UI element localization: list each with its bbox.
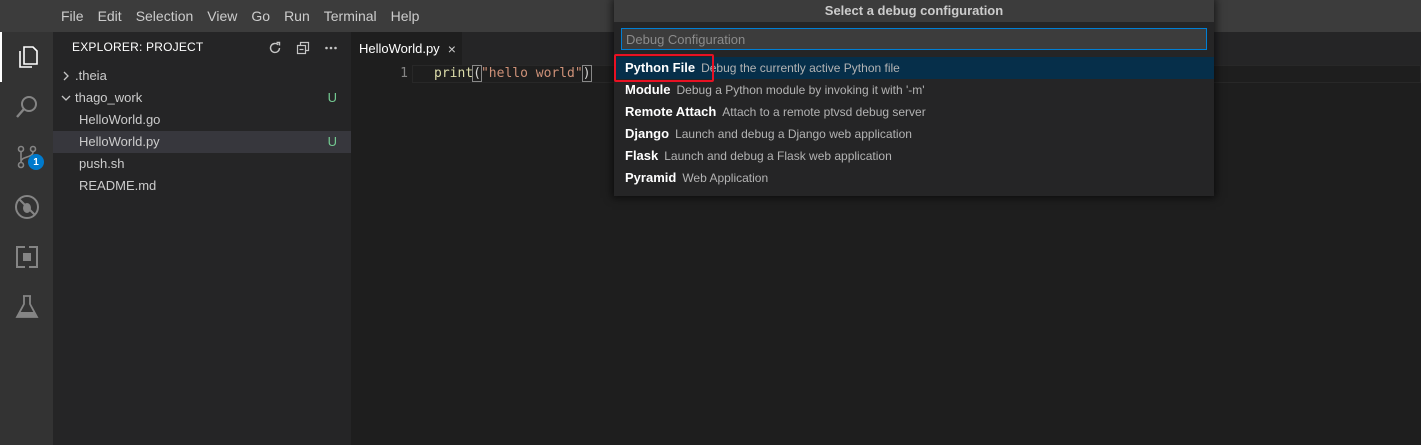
search-icon: [15, 96, 37, 118]
tree-label: thago_work: [75, 90, 143, 105]
activity-test[interactable]: [0, 282, 53, 332]
item-description: Debug a Python module by invoking it wit…: [676, 83, 925, 97]
activity-debug[interactable]: [0, 182, 53, 232]
item-label: Django: [625, 126, 670, 141]
code-function: print: [434, 66, 474, 81]
item-description: Debug the currently active Python file: [701, 61, 900, 75]
menu-view[interactable]: View: [200, 0, 244, 32]
tree-label: README.md: [79, 178, 157, 193]
tree-label: HelloWorld.go: [79, 112, 161, 127]
tree-label: .theia: [75, 68, 107, 83]
quick-pick-item-module[interactable]: Module Debug a Python module by invoking …: [614, 79, 1214, 101]
explorer-title: EXPLORER: PROJECT: [72, 40, 204, 54]
menu-help[interactable]: Help: [384, 0, 427, 32]
debug-icon: [14, 195, 39, 219]
activity-source-control[interactable]: 1: [0, 132, 53, 182]
explorer-sidebar: EXPLORER: PROJECT .theia thago_work U He…: [53, 32, 351, 445]
item-description: Attach to a remote ptvsd debug server: [722, 105, 926, 119]
quick-pick-item-flask[interactable]: Flask Launch and debug a Flask web applic…: [614, 145, 1214, 167]
extensions-icon: [15, 245, 38, 269]
collapse-all-icon[interactable]: [295, 40, 311, 56]
tab-label: HelloWorld.py: [359, 41, 440, 56]
refresh-icon[interactable]: [267, 40, 283, 56]
tree-label: HelloWorld.py: [79, 134, 160, 149]
close-icon[interactable]: ×: [448, 41, 456, 57]
activity-explorer[interactable]: [0, 32, 53, 82]
activity-search[interactable]: [0, 82, 53, 132]
tree-label: push.sh: [79, 156, 125, 171]
item-description: Web Application: [682, 171, 769, 185]
debug-configuration-input[interactable]: [621, 28, 1207, 50]
untracked-status: U: [327, 90, 337, 105]
item-label: Remote Attach: [625, 104, 717, 119]
code-line[interactable]: print("hello world"): [434, 65, 592, 83]
tree-file-push-sh[interactable]: push.sh: [53, 153, 351, 175]
highlight-annotation-box: [614, 54, 714, 82]
file-tree: .theia thago_work U HelloWorld.go HelloW…: [53, 65, 351, 197]
quick-pick-title: Select a debug configuration: [614, 0, 1214, 22]
quick-pick-item-remote-attach[interactable]: Remote Attach Attach to a remote ptvsd de…: [614, 101, 1214, 123]
tree-file-helloworld-go[interactable]: HelloWorld.go: [53, 109, 351, 131]
tree-folder-thago-work[interactable]: thago_work U: [53, 87, 351, 109]
menu-file[interactable]: File: [54, 0, 91, 32]
debug-config-quick-pick: Select a debug configuration Python File…: [614, 0, 1214, 196]
menu-terminal[interactable]: Terminal: [317, 0, 384, 32]
line-number: 1: [400, 66, 408, 81]
menu-selection[interactable]: Selection: [129, 0, 201, 32]
code-open-paren: (: [472, 65, 482, 82]
test-flask-icon: [14, 295, 39, 318]
item-description: Launch and debug a Django web applicatio…: [675, 127, 912, 141]
menu-go[interactable]: Go: [244, 0, 277, 32]
more-actions-icon[interactable]: [323, 40, 339, 56]
tree-file-helloworld-py[interactable]: HelloWorld.py U: [53, 131, 351, 153]
menu-run[interactable]: Run: [277, 0, 317, 32]
quick-pick-item-pyramid[interactable]: Pyramid Web Application: [614, 167, 1214, 189]
chevron-right-icon: [63, 71, 69, 81]
explorer-header: EXPLORER: PROJECT: [53, 32, 351, 62]
item-label: Flask: [625, 148, 659, 163]
item-label: Pyramid: [625, 170, 677, 185]
tab-helloworld-py[interactable]: HelloWorld.py ×: [351, 32, 462, 65]
scm-badge: 1: [28, 154, 44, 170]
activity-bar: 1: [0, 32, 53, 445]
quick-pick-item-django[interactable]: Django Launch and debug a Django web appl…: [614, 123, 1214, 145]
menu-edit[interactable]: Edit: [91, 0, 129, 32]
code-close-paren: ): [581, 65, 592, 82]
chevron-down-icon: [61, 95, 71, 101]
tree-folder-theia[interactable]: .theia: [53, 65, 351, 87]
explorer-icon: [18, 46, 38, 68]
untracked-status: U: [327, 134, 337, 149]
tree-file-readme-md[interactable]: README.md: [53, 175, 351, 197]
item-description: Launch and debug a Flask web application: [664, 149, 892, 163]
code-string: "hello world": [480, 66, 583, 81]
item-label: Module: [625, 82, 671, 97]
activity-extensions[interactable]: [0, 232, 53, 282]
